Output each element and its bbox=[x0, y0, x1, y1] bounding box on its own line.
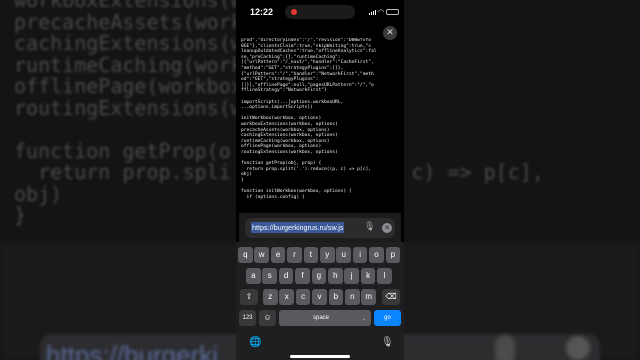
url-field[interactable]: https://burgerkingrus.ru/sw.js 🎙 ✕ bbox=[245, 218, 395, 238]
emoji-key[interactable]: ☺ bbox=[259, 310, 276, 326]
url-input-text[interactable]: https://burgerkingrus.ru/sw.js bbox=[251, 222, 345, 233]
source-code-view: prod","directoryIndex":"/","revision":"D… bbox=[241, 38, 399, 210]
key-g[interactable]: g bbox=[311, 268, 327, 284]
key-t[interactable]: t bbox=[303, 247, 319, 263]
key-o[interactable]: o bbox=[369, 247, 384, 263]
wifi-icon: ◠ bbox=[378, 8, 385, 16]
key-p[interactable]: p bbox=[385, 247, 401, 263]
key-k[interactable]: k bbox=[360, 268, 376, 284]
dictation-mic-icon[interactable]: 🎙 bbox=[364, 222, 375, 232]
address-bar: https://burgerkingrus.ru/sw.js 🎙 ✕ bbox=[239, 213, 401, 242]
space-key[interactable]: space bbox=[280, 310, 362, 326]
key-f[interactable]: f bbox=[295, 268, 310, 284]
key-m[interactable]: m bbox=[361, 289, 376, 305]
key-h[interactable]: h bbox=[328, 268, 343, 284]
key-e[interactable]: e bbox=[270, 247, 286, 263]
background-mic-icon bbox=[495, 335, 515, 360]
period-key[interactable]: . bbox=[357, 310, 371, 326]
cellular-signal-icon bbox=[369, 10, 377, 15]
on-screen-keyboard: ⇧ ⌫ 123 ☺ / space . go 🌐 🎙 qwertyuiopasd… bbox=[236, 242, 404, 360]
key-j[interactable]: j bbox=[344, 268, 359, 284]
go-key[interactable]: go bbox=[374, 310, 401, 326]
dynamic-island bbox=[285, 5, 355, 19]
recording-indicator-icon bbox=[291, 9, 297, 15]
key-a[interactable]: a bbox=[246, 268, 261, 284]
key-l[interactable]: l bbox=[377, 268, 392, 284]
key-u[interactable]: u bbox=[336, 247, 351, 263]
battery-icon: 41 bbox=[386, 9, 399, 15]
phone-screen: 12:22 ◠ 41 ✕ prod","directoryIndex":"/",… bbox=[236, 0, 404, 360]
numbers-key[interactable]: 123 bbox=[239, 310, 256, 326]
status-time: 12:22 bbox=[250, 7, 274, 17]
background-clear-icon bbox=[566, 336, 590, 360]
keyboard-mic-icon[interactable]: 🎙 bbox=[381, 337, 394, 348]
battery-level: 41 bbox=[389, 9, 394, 14]
shift-key[interactable]: ⇧ bbox=[240, 289, 258, 305]
key-v[interactable]: v bbox=[312, 289, 327, 305]
key-q[interactable]: q bbox=[238, 247, 253, 263]
home-indicator bbox=[290, 355, 350, 358]
key-r[interactable]: r bbox=[287, 247, 302, 263]
key-b[interactable]: b bbox=[328, 289, 344, 305]
clear-text-icon[interactable]: ✕ bbox=[382, 223, 392, 233]
key-i[interactable]: i bbox=[352, 247, 368, 263]
code-line: leanupOutdatedCaches":true,"offlineAnaly… bbox=[241, 49, 377, 55]
background-url-text: https://burgerki bbox=[46, 340, 218, 360]
key-z[interactable]: z bbox=[263, 289, 278, 305]
key-c[interactable]: c bbox=[295, 289, 311, 305]
delete-key[interactable]: ⌫ bbox=[382, 289, 400, 305]
status-bar: 12:22 ◠ 41 bbox=[236, 0, 404, 24]
key-s[interactable]: s bbox=[262, 268, 277, 284]
key-w[interactable]: w bbox=[254, 247, 269, 263]
code-line: if (options.config) { bbox=[241, 194, 305, 200]
key-y[interactable]: y bbox=[320, 247, 335, 263]
globe-icon[interactable]: 🌐 bbox=[249, 337, 261, 348]
key-x[interactable]: x bbox=[279, 289, 294, 305]
key-n[interactable]: n bbox=[345, 289, 360, 305]
key-d[interactable]: d bbox=[278, 268, 294, 284]
